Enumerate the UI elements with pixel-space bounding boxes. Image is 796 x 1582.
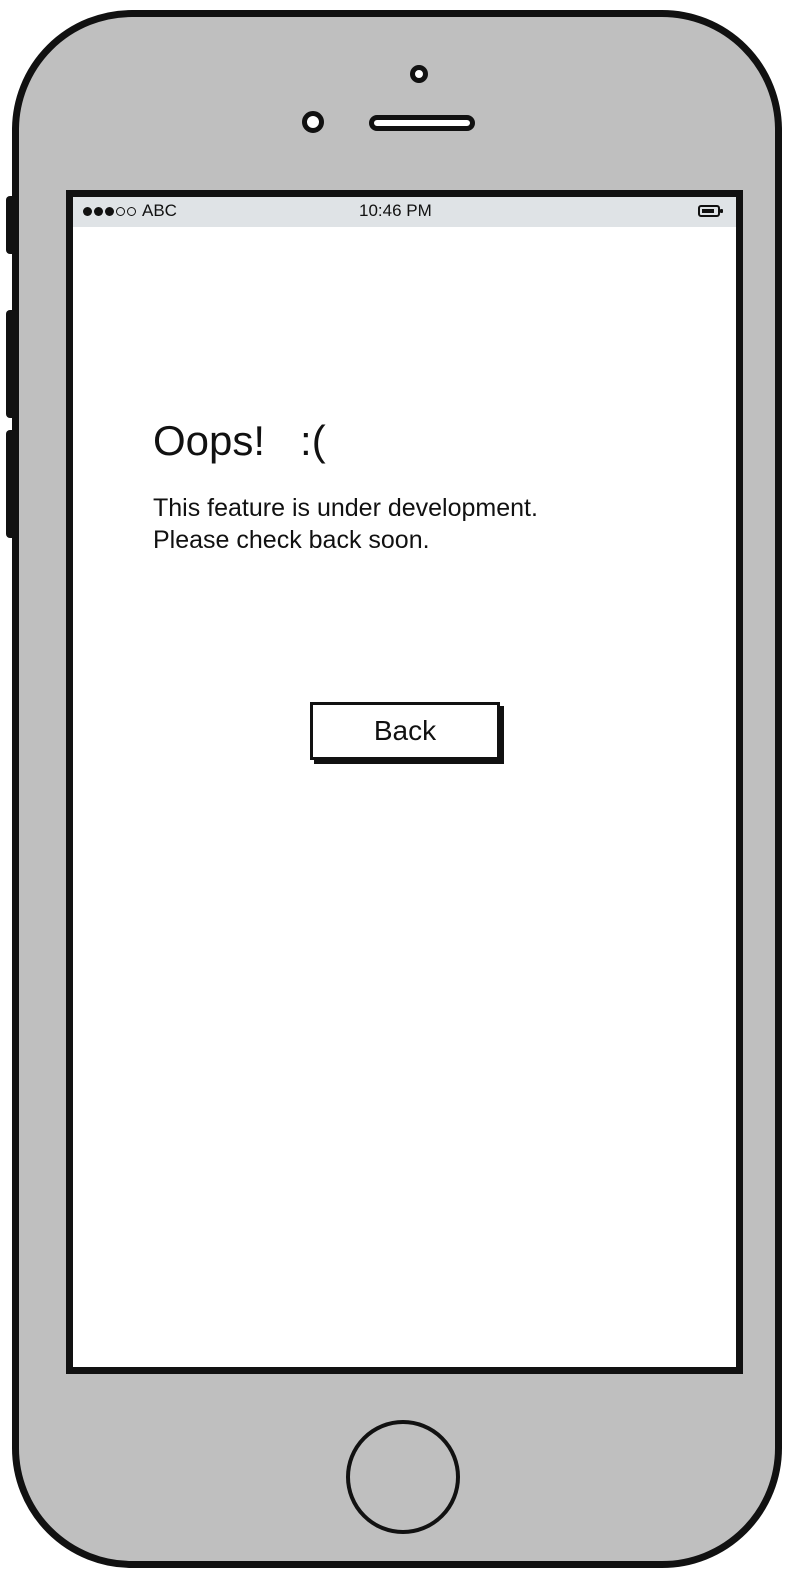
message-text: This feature is under development. Pleas…: [153, 492, 538, 556]
message-line-1: This feature is under development.: [153, 494, 538, 522]
front-camera-icon: [410, 65, 428, 83]
status-time: 10:46 PM: [359, 201, 432, 220]
volume-down-button: [6, 430, 18, 538]
back-button[interactable]: Back: [310, 702, 500, 760]
carrier-name: ABC: [142, 201, 177, 220]
home-button[interactable]: [346, 1420, 460, 1534]
message-line-2: Please check back soon.: [153, 526, 430, 554]
sensor-icon: [302, 111, 324, 133]
phone-screen: ABC 10:46 PM Oops! :( This feature is un…: [66, 190, 743, 1374]
mute-switch: [6, 196, 18, 254]
page-title: Oops! :(: [153, 417, 326, 464]
speaker-icon: [369, 115, 475, 131]
status-bar: ABC 10:46 PM: [73, 197, 736, 227]
volume-up-button: [6, 310, 18, 418]
battery-icon: [698, 205, 723, 217]
signal-dots-icon: ABC: [83, 202, 177, 220]
